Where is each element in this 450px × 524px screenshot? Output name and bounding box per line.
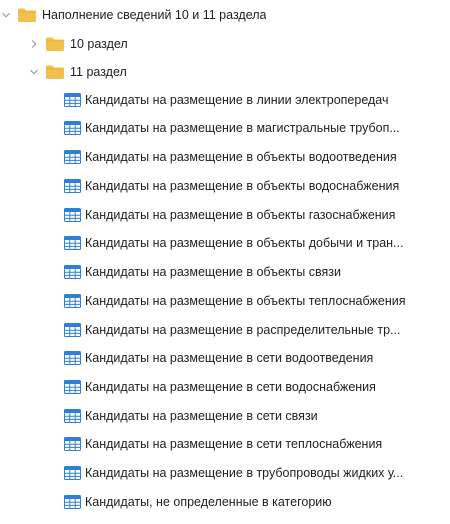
- chevron-down-icon[interactable]: [28, 66, 40, 78]
- tree-item-layer[interactable]: Кандидаты на размещение в объекты теплос…: [64, 291, 406, 311]
- tree-item-layer[interactable]: Кандидаты на размещение в трубопроводы ж…: [64, 463, 403, 483]
- tree-node-root[interactable]: Наполнение сведений 10 и 11 раздела: [0, 5, 266, 25]
- table-icon: [64, 265, 81, 279]
- table-icon: [64, 93, 81, 107]
- tree-item-layer[interactable]: Кандидаты на размещение в линии электроп…: [64, 90, 389, 110]
- folder-icon: [46, 37, 64, 51]
- chevron-right-icon[interactable]: [28, 38, 40, 50]
- tree-item-label: Кандидаты на размещение в объекты связи: [85, 265, 341, 279]
- tree-item-label: Кандидаты на размещение в распределитель…: [85, 323, 401, 337]
- tree-item-layer[interactable]: Кандидаты на размещение в распределитель…: [64, 320, 400, 340]
- tree-item-layer[interactable]: Кандидаты на размещение в объекты добычи…: [64, 233, 403, 253]
- tree-item-label: Кандидаты, не определенные в категорию: [85, 495, 332, 509]
- tree-item-layer[interactable]: Кандидаты, не определенные в категорию: [64, 492, 332, 512]
- tree-item-label: Кандидаты на размещение в объекты водосн…: [85, 179, 400, 193]
- tree-item-layer[interactable]: Кандидаты на размещение в объекты водоот…: [64, 147, 397, 167]
- tree-item-layer[interactable]: Кандидаты на размещение в объекты водосн…: [64, 176, 399, 196]
- table-icon: [64, 380, 81, 394]
- tree-item-label: Кандидаты на размещение в магистральные …: [85, 121, 400, 135]
- tree-item-label: Кандидаты на размещение в объекты теплос…: [85, 294, 406, 308]
- tree-item-label: Кандидаты на размещение в сети водоотвед…: [85, 351, 374, 365]
- tree-item-layer[interactable]: Кандидаты на размещение в сети связи: [64, 406, 318, 426]
- table-icon: [64, 495, 81, 509]
- tree-node-label: 11 раздел: [70, 65, 127, 79]
- tree-item-label: Кандидаты на размещение в объекты газосн…: [85, 208, 396, 222]
- tree-item-label: Кандидаты на размещение в линии электроп…: [85, 93, 389, 107]
- folder-icon: [18, 8, 36, 22]
- tree-item-layer[interactable]: Кандидаты на размещение в сети водоотвед…: [64, 348, 373, 368]
- tree-item-label: Кандидаты на размещение в сети водоснабж…: [85, 380, 376, 394]
- tree-item-label: Кандидаты на размещение в сети теплоснаб…: [85, 437, 383, 451]
- table-icon: [64, 409, 81, 423]
- table-icon: [64, 121, 81, 135]
- tree-item-label: Кандидаты на размещение в трубопроводы ж…: [85, 466, 404, 480]
- table-icon: [64, 208, 81, 222]
- tree-node-label: Наполнение сведений 10 и 11 раздела: [42, 8, 267, 22]
- table-icon: [64, 150, 81, 164]
- table-icon: [64, 437, 81, 451]
- table-icon: [64, 351, 81, 365]
- tree-item-label: Кандидаты на размещение в объекты водоот…: [85, 150, 397, 164]
- tree-item-layer[interactable]: Кандидаты на размещение в объекты газосн…: [64, 205, 395, 225]
- chevron-down-icon[interactable]: [0, 9, 12, 21]
- tree-item-layer[interactable]: Кандидаты на размещение в сети водоснабж…: [64, 377, 376, 397]
- table-icon: [64, 236, 81, 250]
- table-icon: [64, 323, 81, 337]
- tree-node-label: 10 раздел: [70, 37, 128, 51]
- table-icon: [64, 466, 81, 480]
- table-icon: [64, 294, 81, 308]
- tree-item-label: Кандидаты на размещение в сети связи: [85, 409, 318, 423]
- tree-item-layer[interactable]: Кандидаты на размещение в сети теплоснаб…: [64, 434, 382, 454]
- folder-icon: [46, 65, 64, 79]
- tree-item-layer[interactable]: Кандидаты на размещение в магистральные …: [64, 118, 400, 138]
- tree-node-section-10[interactable]: 10 раздел: [28, 34, 128, 54]
- tree-item-layer[interactable]: Кандидаты на размещение в объекты связи: [64, 262, 341, 282]
- tree-item-label: Кандидаты на размещение в объекты добычи…: [85, 236, 404, 250]
- tree-node-section-11[interactable]: 11 раздел: [28, 62, 127, 82]
- table-icon: [64, 179, 81, 193]
